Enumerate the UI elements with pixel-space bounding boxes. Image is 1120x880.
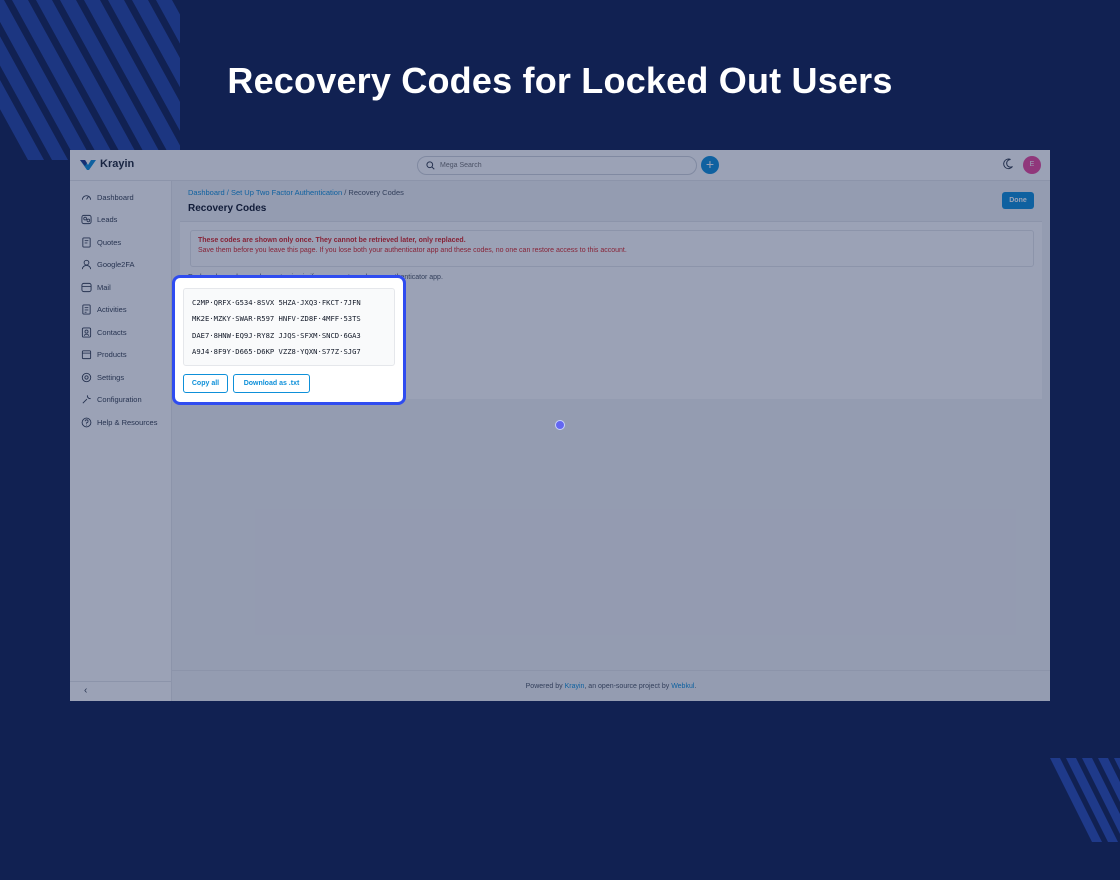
recovery-codes-highlight: C2MP·QRFX·G534·8SVX 5HZA·JXQ3·FKCT·7JFN …: [172, 275, 406, 405]
cursor-indicator: [555, 420, 565, 430]
recovery-codes-list: C2MP·QRFX·G534·8SVX 5HZA·JXQ3·FKCT·7JFN …: [183, 288, 395, 366]
download-txt-button[interactable]: Download as .txt: [233, 374, 310, 393]
headline: Recovery Codes for Locked Out Users: [227, 60, 893, 101]
decorative-stripes: [1050, 758, 1120, 842]
copy-all-button[interactable]: Copy all: [183, 374, 228, 393]
recovery-code-row: C2MP·QRFX·G534·8SVX 5HZA·JXQ3·FKCT·7JFN: [192, 298, 361, 307]
recovery-code-row: A9J4·8F9Y·D665·D6KP VZZ8·YQXN·S77Z·SJG7: [192, 346, 361, 356]
recovery-code-row: DAE7·8HNW·EQ9J·RY8Z JJQS·SFXM·SNCD·6GA3: [192, 330, 361, 340]
recovery-code-row: MK2E·MZKY·SWAR·R597 HNFV·ZD8F·4MFF·53TS: [192, 314, 361, 324]
